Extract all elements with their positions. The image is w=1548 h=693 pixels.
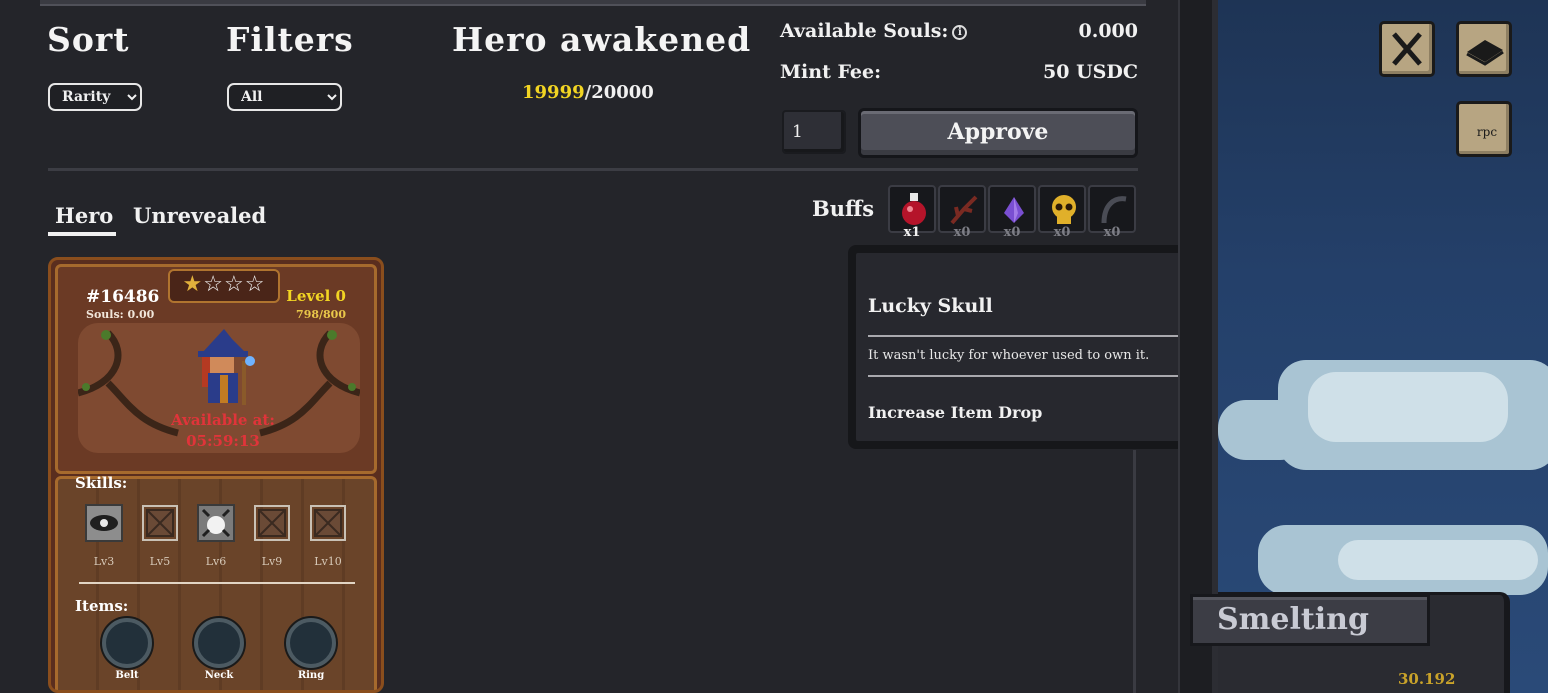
smelting-tab[interactable]: Smelting bbox=[1190, 594, 1430, 646]
branch-icon bbox=[950, 195, 978, 225]
cloud bbox=[1218, 400, 1308, 460]
mint-panel: Sort Rarity Filters All Hero awakened 19… bbox=[0, 0, 1286, 693]
game-scene: rpc bbox=[1218, 0, 1548, 693]
filters-select[interactable]: All bbox=[227, 83, 342, 111]
info-icon[interactable]: i bbox=[952, 24, 968, 40]
tooltip-title: Lucky Skull bbox=[868, 295, 993, 317]
skill-eye-slot[interactable] bbox=[81, 500, 127, 546]
item-slot-label: Ring bbox=[297, 670, 325, 681]
buff-potion-count: x1 bbox=[903, 225, 921, 240]
tab-unrevealed[interactable]: Unrevealed bbox=[133, 203, 266, 228]
skill-orb-slot[interactable] bbox=[193, 500, 239, 546]
active-tab-underline bbox=[48, 232, 116, 236]
horn-icon bbox=[1101, 196, 1127, 224]
buff-horn-count: x0 bbox=[1103, 225, 1121, 240]
sort-heading: Sort bbox=[47, 20, 130, 59]
buffs-label: Buffs bbox=[812, 196, 875, 221]
tooltip-stat-label: Increase Item Drop bbox=[868, 403, 1043, 422]
hero-card[interactable]: ★☆☆☆ #16486 Souls: 0.00 Level 0 798/800 … bbox=[48, 257, 384, 693]
orb-skill-icon bbox=[197, 504, 235, 542]
section-divider bbox=[48, 168, 1138, 171]
locked-skill-icon bbox=[254, 505, 290, 541]
rpc-label: rpc bbox=[1476, 125, 1498, 139]
sort-select[interactable]: Rarity bbox=[48, 83, 142, 111]
available-souls-text: Available Souls: bbox=[780, 20, 949, 42]
skill-locked-slot[interactable] bbox=[305, 500, 351, 546]
locked-skill-icon bbox=[310, 505, 346, 541]
available-at-label: Available at: bbox=[171, 411, 275, 429]
panel-edge bbox=[1178, 0, 1214, 693]
skill-level: Lv9 bbox=[261, 555, 283, 568]
star-empty-icon: ☆☆☆ bbox=[203, 272, 266, 297]
rarity-stars: ★☆☆☆ bbox=[168, 269, 280, 303]
mint-fee-value: 50 USDC bbox=[1043, 61, 1138, 83]
wizard-sprite bbox=[198, 329, 255, 405]
awakened-counter: 19999/20000 bbox=[522, 82, 654, 103]
item-slot-label: Neck bbox=[204, 670, 234, 681]
mint-fee-label: Mint Fee: bbox=[780, 61, 882, 83]
skill-level: Lv10 bbox=[314, 555, 342, 568]
panel-top-border bbox=[40, 0, 1146, 6]
hero-xp: 798/800 bbox=[296, 308, 346, 321]
skull-icon bbox=[1052, 195, 1076, 224]
skill-level: Lv6 bbox=[205, 555, 227, 568]
hero-level: Level 0 bbox=[286, 287, 346, 305]
hero-souls: Souls: 0.00 bbox=[86, 308, 155, 321]
skill-locked-slot[interactable] bbox=[249, 500, 295, 546]
crystal-icon bbox=[1004, 197, 1024, 223]
filters-heading: Filters bbox=[226, 20, 354, 59]
skill-level: Lv3 bbox=[93, 555, 115, 568]
hero-card-portrait-frame: ★☆☆☆ #16486 Souls: 0.00 Level 0 798/800 … bbox=[55, 264, 377, 474]
tooltip-description: It wasn't lucky for whoever used to own … bbox=[868, 348, 1150, 363]
eye-skill-icon bbox=[85, 504, 123, 542]
hero-id: #16486 bbox=[86, 287, 160, 307]
skill-level: Lv5 bbox=[149, 555, 171, 568]
scroll-track[interactable] bbox=[1133, 450, 1136, 693]
locked-skill-icon bbox=[142, 505, 178, 541]
card-divider bbox=[79, 582, 355, 584]
buff-branch-count: x0 bbox=[953, 225, 971, 240]
star-filled-icon: ★ bbox=[182, 272, 204, 297]
available-souls-value: 0.000 bbox=[1078, 20, 1139, 42]
smelting-value: 30.192 bbox=[1398, 670, 1456, 688]
items-label: Items: bbox=[75, 597, 129, 615]
item-slot-label: Belt bbox=[115, 670, 139, 681]
buff-skull-count: x0 bbox=[1053, 225, 1071, 240]
x-logo-icon bbox=[1392, 32, 1422, 66]
awakened-current: 19999 bbox=[522, 82, 585, 103]
skill-locked-slot[interactable] bbox=[137, 500, 183, 546]
book-button[interactable] bbox=[1456, 21, 1512, 77]
item-slot-belt[interactable] bbox=[102, 618, 152, 668]
awakened-total: 20000 bbox=[591, 82, 654, 103]
available-souls-label: Available Souls: i bbox=[780, 20, 968, 42]
mint-quantity-input[interactable] bbox=[782, 110, 846, 154]
potion-icon bbox=[902, 193, 926, 225]
item-slot-ring[interactable] bbox=[286, 618, 336, 668]
rpc-button[interactable]: rpc bbox=[1456, 101, 1512, 157]
book-icon bbox=[1466, 40, 1504, 66]
approve-button[interactable]: Approve bbox=[858, 108, 1138, 158]
awakened-heading: Hero awakened bbox=[452, 20, 752, 59]
x-social-button[interactable] bbox=[1379, 21, 1435, 77]
cloud-highlight bbox=[1308, 372, 1508, 442]
available-at-time: 05:59:13 bbox=[186, 432, 260, 450]
cloud-highlight bbox=[1338, 540, 1538, 580]
skills-label: Skills: bbox=[75, 474, 128, 492]
tab-hero[interactable]: Hero bbox=[55, 203, 113, 228]
buff-crystal-count: x0 bbox=[1003, 225, 1021, 240]
item-slot-neck[interactable] bbox=[194, 618, 244, 668]
